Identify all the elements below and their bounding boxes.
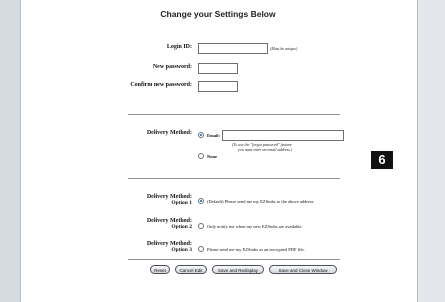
option-2-label: Delivery Method: Option 2	[146, 218, 192, 230]
delivery-method-label: Delivery Method:	[146, 130, 192, 136]
option-3-text: Please send me my EZStubs as an encrypte…	[207, 247, 305, 252]
confirm-password-field[interactable]	[198, 81, 238, 92]
left-background-strip	[0, 0, 20, 302]
option-1-radio[interactable]	[198, 198, 204, 204]
none-label: None	[207, 154, 217, 159]
login-id-field[interactable]	[198, 43, 268, 54]
reset-button[interactable]: Reset	[150, 265, 170, 274]
email-radio[interactable]	[198, 132, 204, 138]
option-1-label: Delivery Method: Option 1	[146, 194, 192, 206]
option-2-text: Only notify me when my new EZStubs are a…	[207, 224, 303, 229]
none-radio[interactable]	[198, 153, 204, 159]
email-note-line2: you must enter an email address.)	[238, 147, 293, 152]
option-3-radio[interactable]	[198, 246, 204, 252]
login-id-label: Login ID:	[166, 44, 192, 50]
option-3-label: Delivery Method: Option 3	[146, 241, 192, 253]
section-divider	[128, 259, 340, 260]
new-password-field[interactable]	[198, 63, 238, 74]
confirm-password-label: Confirm new password:	[130, 82, 192, 88]
save-and-redisplay-button[interactable]: Save and Redisplay	[212, 265, 264, 274]
login-id-note: (Must be unique)	[270, 46, 298, 51]
section-divider	[128, 178, 340, 179]
step-number-badge: 6	[371, 151, 393, 169]
email-field[interactable]	[222, 130, 344, 141]
email-label: Email:	[207, 133, 220, 138]
cancel-edit-button[interactable]: Cancel Edit	[175, 265, 207, 274]
page-title: Change your Settings Below	[160, 9, 276, 19]
new-password-label: New password:	[152, 64, 192, 70]
option-1-text: (Default) Please send me my EZStubs to t…	[207, 199, 315, 204]
option-2-radio[interactable]	[198, 223, 204, 229]
section-divider	[128, 114, 340, 115]
save-and-close-window-button[interactable]: Save and Close Window	[269, 265, 337, 274]
